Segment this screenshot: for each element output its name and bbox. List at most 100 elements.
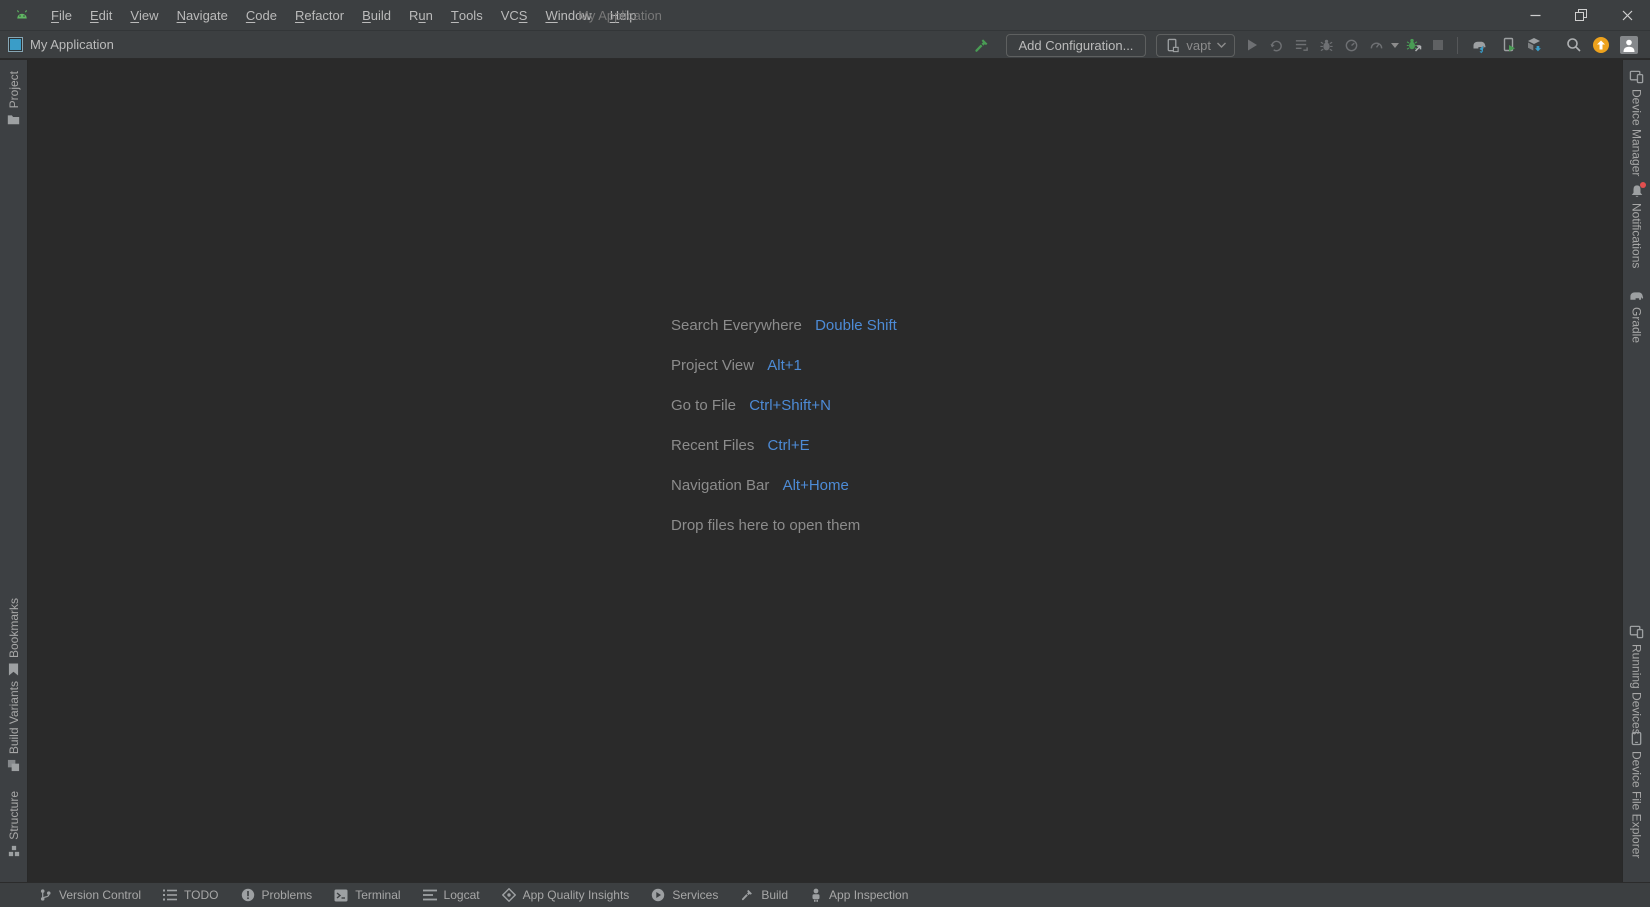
menu-edit[interactable]: Edit [81, 0, 121, 30]
shortcut-row: Navigation Bar Alt+Home [671, 466, 897, 506]
tool-button-notifications[interactable]: Notifications [1623, 184, 1650, 268]
ide-update-button[interactable] [1587, 33, 1615, 57]
tool-button-app-inspection[interactable]: App Inspection [799, 883, 919, 907]
menu-tools[interactable]: Tools [442, 0, 492, 30]
tool-button-device-manager[interactable]: Device Manager [1623, 69, 1650, 176]
tool-button-bookmarks[interactable]: Bookmarks [0, 598, 27, 676]
status-label: App Inspection [829, 888, 908, 902]
shortcut-row: Project View Alt+1 [671, 346, 897, 386]
tool-button-services[interactable]: Services [640, 883, 729, 907]
tool-button-build[interactable]: Build [729, 883, 799, 907]
menu-refactor[interactable]: Refactor [286, 0, 353, 30]
folder-icon [7, 113, 20, 125]
menu-run[interactable]: Run [400, 0, 442, 30]
build-hammer-icon [740, 888, 754, 902]
device-selector-dropdown[interactable]: vapt [1156, 34, 1235, 57]
tool-button-project[interactable]: Project [0, 71, 27, 125]
run-button[interactable] [1240, 33, 1264, 57]
attach-debugger-button[interactable] [1401, 33, 1427, 57]
debug-button[interactable] [1314, 33, 1339, 57]
status-label: Services [672, 888, 718, 902]
window-controls [1512, 0, 1650, 30]
tool-button-structure-label: Structure [7, 791, 21, 840]
left-tool-stripe: Project Bookmarks Build Variants Structu… [0, 60, 28, 882]
apply-code-changes-button[interactable] [1289, 33, 1314, 57]
sdk-manager-button[interactable] [1521, 33, 1547, 57]
gradle-icon [1629, 289, 1645, 302]
main-toolbar: My Application Add Configuration... vapt [0, 30, 1650, 59]
menu-code[interactable]: Code [237, 0, 286, 30]
structure-icon [8, 845, 20, 857]
tool-button-todo[interactable]: TODO [152, 883, 229, 907]
right-tool-stripe: Device Manager Notifications Gradle [1622, 60, 1650, 882]
services-icon [651, 888, 665, 902]
tool-button-running-devices-label: Running Devices [1630, 644, 1644, 735]
shortcut-action: Navigation Bar [671, 477, 769, 494]
stop-button[interactable] [1427, 33, 1449, 57]
tool-button-build-variants-label: Build Variants [7, 681, 21, 754]
tool-button-version-control[interactable]: Version Control [28, 883, 152, 907]
shortcut-keys: Ctrl+E [768, 437, 810, 454]
breadcrumb[interactable]: My Application [8, 37, 114, 52]
menu-navigate[interactable]: Navigate [168, 0, 237, 30]
tool-button-build-variants[interactable]: Build Variants [0, 681, 27, 772]
editor-area[interactable]: Search Everywhere Double Shift Project V… [28, 60, 1622, 882]
tool-button-problems[interactable]: Problems [230, 883, 324, 907]
tool-button-gradle[interactable]: Gradle [1623, 289, 1650, 343]
breadcrumb-project-name: My Application [30, 37, 114, 52]
shortcut-row: Search Everywhere Double Shift [671, 306, 897, 346]
close-icon[interactable] [1604, 0, 1650, 30]
add-configuration-button[interactable]: Add Configuration... [1006, 34, 1147, 57]
run-options-chevron-icon[interactable] [1389, 33, 1401, 57]
menu-vcs[interactable]: VCS [492, 0, 537, 30]
device-manager-button[interactable] [1495, 33, 1521, 57]
status-bar: Version Control TODO Problems Terminal [0, 882, 1650, 907]
tool-button-terminal[interactable]: Terminal [323, 883, 411, 907]
restore-icon[interactable] [1558, 0, 1604, 30]
tool-button-project-label: Project [7, 71, 21, 108]
menu-build[interactable]: Build [353, 0, 400, 30]
profile-button[interactable] [1339, 33, 1364, 57]
status-label: Terminal [355, 888, 400, 902]
tool-button-device-manager-label: Device Manager [1630, 89, 1644, 176]
menu-file[interactable]: File [42, 0, 81, 30]
coverage-button[interactable] [1364, 33, 1389, 57]
branch-icon [39, 888, 52, 902]
shortcut-action: Go to File [671, 397, 736, 414]
device-icon [1165, 38, 1180, 53]
status-label: Logcat [444, 888, 480, 902]
editor-empty-state: Search Everywhere Double Shift Project V… [671, 306, 897, 546]
shortcut-action: Recent Files [671, 437, 754, 454]
bookmark-icon [8, 663, 19, 676]
build-variants-icon [7, 759, 20, 772]
shortcut-action: Search Everywhere [671, 317, 802, 334]
status-label: Build [761, 888, 788, 902]
status-label: App Quality Insights [523, 888, 630, 902]
avatar[interactable] [1615, 33, 1643, 57]
gradle-sync-button[interactable] [1466, 33, 1495, 57]
minimize-icon[interactable] [1512, 0, 1558, 30]
toolbar-actions: Add Configuration... vapt [968, 31, 1643, 59]
tool-button-device-file-explorer-label: Device File Explorer [1630, 751, 1644, 858]
menu-bar: File Edit View Navigate Code Refactor Bu… [0, 0, 1650, 30]
shortcut-action: Project View [671, 357, 754, 374]
menu-view[interactable]: View [121, 0, 167, 30]
tool-button-running-devices[interactable]: Running Devices [1623, 624, 1650, 735]
toolbar-separator [1457, 37, 1458, 54]
search-everywhere-button[interactable] [1561, 33, 1587, 57]
status-label: Problems [262, 888, 313, 902]
build-project-button[interactable] [968, 33, 995, 57]
search-icon [1566, 37, 1582, 53]
app-quality-insights-icon [502, 888, 516, 902]
android-logo-icon [14, 7, 30, 23]
tool-button-structure[interactable]: Structure [0, 791, 27, 857]
tool-button-app-quality-insights[interactable]: App Quality Insights [491, 883, 641, 907]
tool-button-logcat[interactable]: Logcat [412, 883, 491, 907]
shortcut-keys: Ctrl+Shift+N [749, 397, 831, 414]
apply-changes-button[interactable] [1264, 33, 1289, 57]
device-manager-icon [1629, 69, 1644, 84]
terminal-icon [334, 889, 348, 902]
tool-button-device-file-explorer[interactable]: Device File Explorer [1623, 731, 1650, 858]
chevron-down-icon [1217, 42, 1226, 48]
tool-button-gradle-label: Gradle [1630, 307, 1644, 343]
